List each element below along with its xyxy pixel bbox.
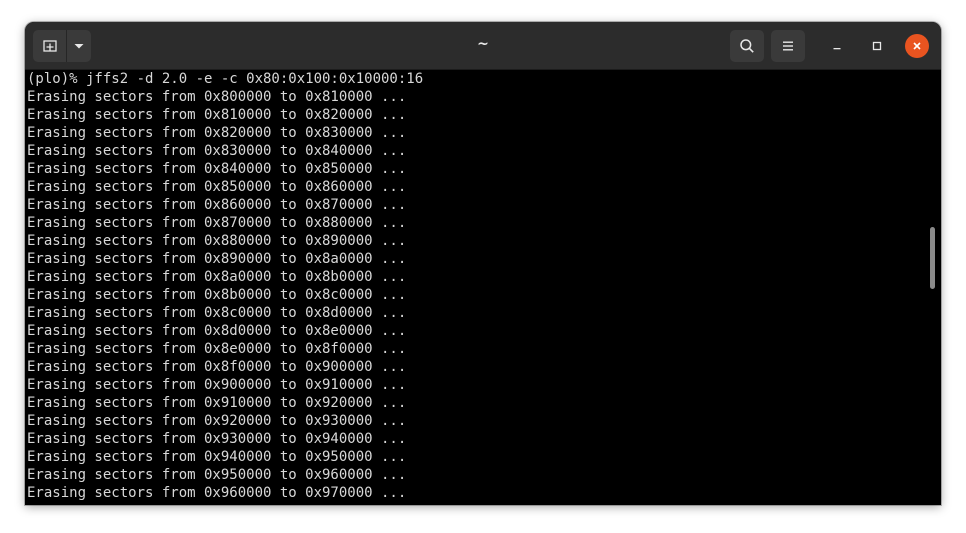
terminal-line: Erasing sectors from 0x830000 to 0x84000…: [27, 143, 407, 159]
menu-button[interactable]: [771, 30, 805, 62]
terminal-line: Erasing sectors from 0x890000 to 0x8a000…: [27, 251, 407, 267]
terminal-line: Erasing sectors from 0x950000 to 0x96000…: [27, 467, 407, 483]
terminal-line: Erasing sectors from 0x8b0000 to 0x8c000…: [27, 287, 407, 303]
close-button[interactable]: [905, 34, 929, 58]
maximize-icon: [872, 41, 882, 51]
terminal-line: Erasing sectors from 0x840000 to 0x85000…: [27, 161, 407, 177]
terminal-line: Erasing sectors from 0x8a0000 to 0x8b000…: [27, 269, 407, 285]
terminal-line: Erasing sectors from 0x900000 to 0x91000…: [27, 377, 407, 393]
terminal-line: Erasing sectors from 0x920000 to 0x93000…: [27, 413, 407, 429]
new-tab-dropdown-button[interactable]: [67, 30, 91, 62]
terminal-line: Erasing sectors from 0x930000 to 0x94000…: [27, 431, 407, 447]
terminal-line: Erasing sectors from 0x810000 to 0x82000…: [27, 107, 407, 123]
header-bar: ~: [25, 22, 941, 70]
terminal-line: (plo)% jffs2 -d 2.0 -e -c 0x80:0x100:0x1…: [27, 71, 424, 87]
terminal-line: Erasing sectors from 0x910000 to 0x92000…: [27, 395, 407, 411]
chevron-down-icon: [74, 44, 84, 49]
hamburger-menu-icon: [783, 41, 793, 51]
new-tab-icon: [42, 40, 57, 52]
new-tab-button-group: [33, 30, 91, 62]
new-tab-button[interactable]: [33, 30, 66, 62]
terminal-line: Erasing sectors from 0x8e0000 to 0x8f000…: [27, 341, 407, 357]
close-icon: [913, 42, 921, 50]
terminal-line: Erasing sectors from 0x880000 to 0x89000…: [27, 233, 407, 249]
minimize-icon: [833, 48, 841, 50]
search-button[interactable]: [730, 30, 764, 62]
terminal-line: Erasing sectors from 0x800000 to 0x81000…: [27, 89, 407, 105]
terminal-lines: (plo)% jffs2 -d 2.0 -e -c 0x80:0x100:0x1…: [27, 70, 423, 502]
terminal-window: ~ (plo)% jffs2 -d 2.0 -e -c 0x80:0x100:0…: [25, 22, 941, 505]
terminal-line: Erasing sectors from 0x960000 to 0x97000…: [27, 485, 407, 501]
terminal-line: Erasing sectors from 0x820000 to 0x83000…: [27, 125, 407, 141]
terminal-line: Erasing sectors from 0x8c0000 to 0x8d000…: [27, 305, 407, 321]
minimize-button[interactable]: [825, 34, 849, 58]
terminal-line: Erasing sectors from 0x8d0000 to 0x8e000…: [27, 323, 407, 339]
search-icon: [740, 39, 754, 53]
terminal-line: Erasing sectors from 0x850000 to 0x86000…: [27, 179, 407, 195]
terminal-line: Erasing sectors from 0x940000 to 0x95000…: [27, 449, 407, 465]
terminal-output[interactable]: (plo)% jffs2 -d 2.0 -e -c 0x80:0x100:0x1…: [25, 70, 941, 505]
terminal-line: Erasing sectors from 0x870000 to 0x88000…: [27, 215, 407, 231]
terminal-line: Erasing sectors from 0x860000 to 0x87000…: [27, 197, 407, 213]
terminal-line: Erasing sectors from 0x8f0000 to 0x90000…: [27, 359, 407, 375]
maximize-button[interactable]: [865, 34, 889, 58]
scrollbar-thumb[interactable]: [930, 227, 935, 289]
